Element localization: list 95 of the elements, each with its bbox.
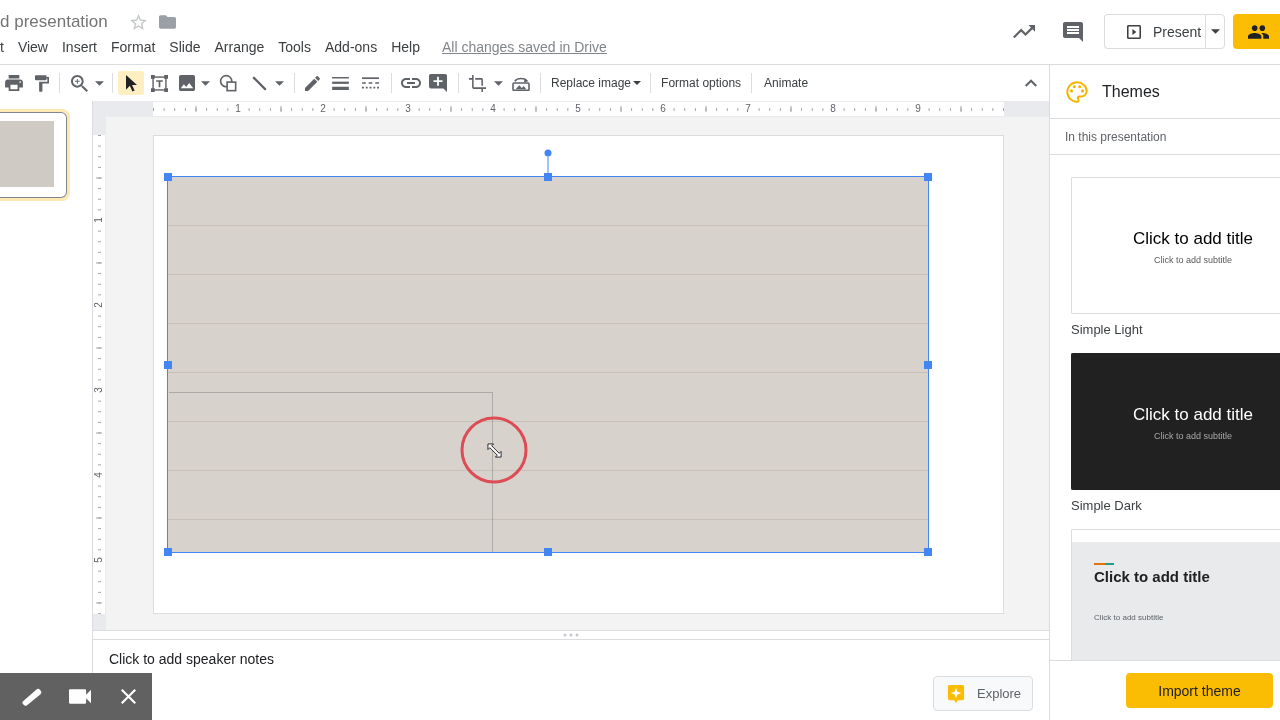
format-options-button[interactable]: Format options [659,72,744,94]
caret-icon[interactable] [493,80,503,86]
add-comment-icon[interactable] [429,74,447,92]
drag-handle-icon[interactable] [563,633,579,637]
select-tool-button[interactable] [118,71,144,95]
resize-handle[interactable] [164,361,172,369]
ruler-number: 2 [318,103,328,115]
caret-icon [1210,29,1220,34]
ruler-number: 9 [913,103,923,115]
slideshow-icon [1127,24,1141,39]
marker-icon[interactable] [21,687,43,706]
menu-item[interactable]: Help [384,37,427,57]
resize-cursor-icon [487,443,502,458]
save-status-link[interactable]: All changes saved in Drive [441,39,607,55]
resize-handle[interactable] [164,548,172,556]
panel-title: Themes [1102,82,1160,101]
resize-handle[interactable] [924,173,932,181]
ruler-number: 1 [233,103,243,115]
image-refresh-icon[interactable] [512,75,530,91]
menu-item[interactable]: Tools [271,37,318,57]
zoom-icon[interactable] [70,74,88,92]
ruler-number: 3 [403,103,413,115]
trending-up-icon[interactable] [1013,24,1035,39]
image-icon [179,75,195,91]
thumbnail-photo-placeholder [0,121,54,187]
preview-title: Click to add title [1132,229,1254,249]
comment-icon[interactable] [1063,21,1083,42]
ruler-number: 5 [573,103,583,115]
menu-item[interactable]: Insert [55,37,104,57]
ruler-number: 4 [488,103,498,115]
ruler-number: 5 [94,555,104,565]
menu-item[interactable]: View [10,37,55,57]
ruler-number: 3 [94,385,104,395]
menu-item[interactable]: t [0,37,11,57]
theme-preview[interactable]: Click to add title Click to add subtitle [1071,529,1280,660]
theme-name: Simple Light [1071,322,1144,338]
resize-handle[interactable] [924,361,932,369]
ruler-number: 8 [828,103,838,115]
line-dash-icon[interactable] [361,77,379,89]
ruler-number: 1 [94,215,104,225]
shapes-icon [219,74,237,92]
cursor-highlight-ring [459,415,529,485]
preview-subtitle: Click to add subtitle [1152,255,1233,266]
link-icon[interactable] [401,78,421,88]
caret-icon [633,81,642,85]
sparkle-icon [947,683,965,704]
pencil-icon[interactable] [304,75,320,91]
present-button[interactable]: Present [1104,14,1205,49]
menu-item[interactable]: Slide [162,37,208,57]
section-label: In this presentation [1065,129,1167,144]
resize-handle[interactable] [544,548,552,556]
theme-preview[interactable]: Click to add title Click to add subtitle [1071,353,1280,490]
resize-handle[interactable] [544,173,552,181]
caret-icon[interactable] [94,80,104,86]
preview-subtitle: Click to add subtitle [1094,613,1165,623]
line-icon [251,75,267,91]
caret-icon[interactable] [274,80,284,86]
folder-icon[interactable] [158,15,176,29]
close-icon[interactable] [120,689,136,704]
animate-button[interactable]: Animate [762,72,811,94]
print-icon[interactable] [5,75,23,91]
resize-handle[interactable] [924,548,932,556]
palette-icon [1066,80,1088,103]
line-weight-icon[interactable] [331,76,349,90]
accent-line-icon [1094,563,1114,565]
present-dropdown-button[interactable] [1205,14,1225,49]
paint-roller-icon[interactable] [35,74,49,92]
ruler-number: 6 [658,103,668,115]
text-box-icon [150,74,168,92]
slide-thumbnail[interactable] [0,109,70,201]
share-button[interactable] [1233,14,1280,49]
document-title[interactable]: d presentation [0,12,108,32]
preview-title: Click to add title [1094,568,1211,586]
crop-icon[interactable] [468,74,486,92]
star-icon[interactable] [129,14,147,30]
import-theme-button[interactable]: Import theme [1126,673,1273,708]
cursor-icon [125,74,137,92]
ruler-number: 4 [94,470,104,480]
video-camera-icon[interactable] [69,689,91,704]
explore-button[interactable]: Explore [933,676,1033,711]
speaker-notes-field[interactable]: Click to add speaker notes [109,651,1033,668]
menu-item[interactable]: Format [104,37,163,57]
replace-image-button[interactable]: Replace image [549,72,644,94]
preview-subtitle: Click to add subtitle [1152,431,1233,442]
chevron-up-icon[interactable] [1025,79,1037,87]
preview-title: Click to add title [1132,405,1254,425]
theme-name: Simple Dark [1071,498,1143,514]
theme-preview[interactable]: Click to add title Click to add subtitle [1071,177,1280,314]
people-icon [1248,24,1269,39]
ruler-number: 7 [743,103,753,115]
resize-handle[interactable] [164,173,172,181]
menu-item[interactable]: Arrange [207,37,272,57]
ruler-number: 2 [94,300,104,310]
menu-item[interactable]: Add-ons [318,37,385,57]
caret-icon[interactable] [200,80,210,86]
